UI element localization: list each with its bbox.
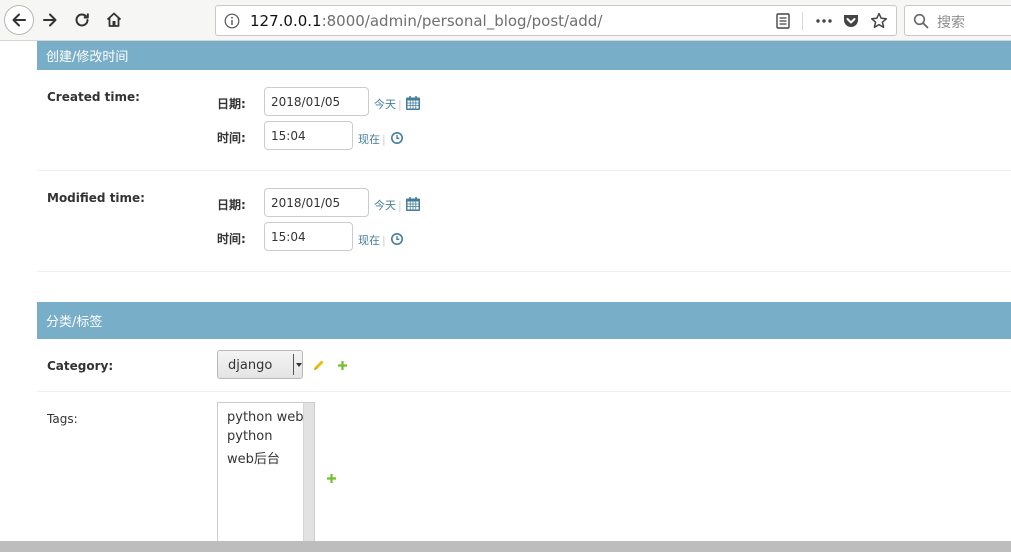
shortcut-divider: |: [382, 133, 386, 146]
created-time-sub-label: 时间:: [217, 131, 246, 145]
modified-now-shortcut: 现在 |: [358, 232, 386, 248]
category-select[interactable]: django: [217, 350, 303, 379]
modified-date-input[interactable]: 2018/01/05: [264, 188, 369, 217]
url-host: 127.0.0.1: [250, 12, 322, 30]
created-today-link[interactable]: 今天: [374, 98, 396, 111]
forward-button[interactable]: [36, 6, 64, 34]
category-selected-value: django: [228, 358, 273, 373]
back-icon: [12, 13, 26, 27]
calendar-icon[interactable]: [405, 196, 421, 212]
created-now-link[interactable]: 现在: [358, 133, 380, 146]
modified-time-label: Modified time:: [47, 191, 145, 205]
created-now-shortcut: 现在 |: [358, 131, 386, 147]
section-caption-time: 创建/修改时间: [37, 41, 1011, 70]
home-icon: [106, 12, 122, 27]
reload-icon: [75, 13, 89, 27]
created-date-label: 日期:: [217, 97, 246, 111]
url-path: :8000/admin/personal_blog/post/add/: [321, 12, 603, 30]
add-icon[interactable]: [326, 473, 337, 484]
home-button[interactable]: [100, 6, 128, 34]
created-today-shortcut: 今天 |: [374, 96, 402, 112]
url-text[interactable]: 127.0.0.1:8000/admin/personal_blog/post/…: [250, 12, 602, 30]
tags-option[interactable]: web后台: [227, 448, 280, 467]
url-bar[interactable]: 127.0.0.1:8000/admin/personal_blog/post/…: [215, 5, 897, 36]
info-icon[interactable]: [224, 13, 240, 29]
tags-option[interactable]: python web: [227, 410, 304, 425]
tags-scrollbar[interactable]: [303, 403, 314, 551]
shortcut-divider: |: [382, 234, 386, 247]
pocket-icon[interactable]: [841, 11, 861, 31]
star-icon[interactable]: [869, 11, 889, 31]
created-time-label: Created time:: [47, 90, 140, 104]
chevron-down-icon: [293, 354, 300, 375]
modified-time-sub-label: 时间:: [217, 232, 246, 246]
clock-icon[interactable]: [390, 232, 404, 246]
created-date-input[interactable]: 2018/01/05: [264, 87, 369, 116]
category-label: Category:: [47, 359, 114, 373]
modified-now-link[interactable]: 现在: [358, 234, 380, 247]
row-divider: [37, 391, 1011, 392]
tags-option[interactable]: python: [227, 429, 272, 444]
add-icon[interactable]: [337, 360, 348, 371]
section-caption-category: 分类/标签: [37, 302, 1011, 339]
bottom-scrollbar[interactable]: [0, 541, 1011, 552]
shortcut-divider: |: [398, 199, 402, 212]
search-icon: [913, 13, 929, 29]
row-divider: [37, 170, 1011, 171]
row-divider: [37, 271, 1011, 272]
back-button[interactable]: [4, 5, 34, 35]
search-box[interactable]: 搜索: [904, 5, 1011, 36]
shortcut-divider: |: [398, 98, 402, 111]
modified-today-link[interactable]: 今天: [374, 199, 396, 212]
edit-icon[interactable]: [312, 359, 325, 372]
reader-icon[interactable]: [774, 12, 792, 30]
search-placeholder: 搜索: [937, 15, 965, 31]
modified-date-label: 日期:: [217, 198, 246, 212]
url-separator: [802, 12, 803, 30]
reload-button[interactable]: [68, 6, 96, 34]
tags-label: Tags:: [47, 412, 78, 426]
browser-toolbar: 127.0.0.1:8000/admin/personal_blog/post/…: [0, 0, 1011, 41]
modified-today-shortcut: 今天 |: [374, 197, 402, 213]
created-time-input[interactable]: 15:04: [264, 121, 353, 150]
clock-icon[interactable]: [390, 131, 404, 145]
more-icon[interactable]: [814, 12, 834, 30]
calendar-icon[interactable]: [405, 95, 421, 111]
tags-multiselect[interactable]: python web python web后台: [217, 402, 315, 552]
modified-time-input[interactable]: 15:04: [264, 222, 353, 251]
forward-icon: [43, 13, 57, 27]
